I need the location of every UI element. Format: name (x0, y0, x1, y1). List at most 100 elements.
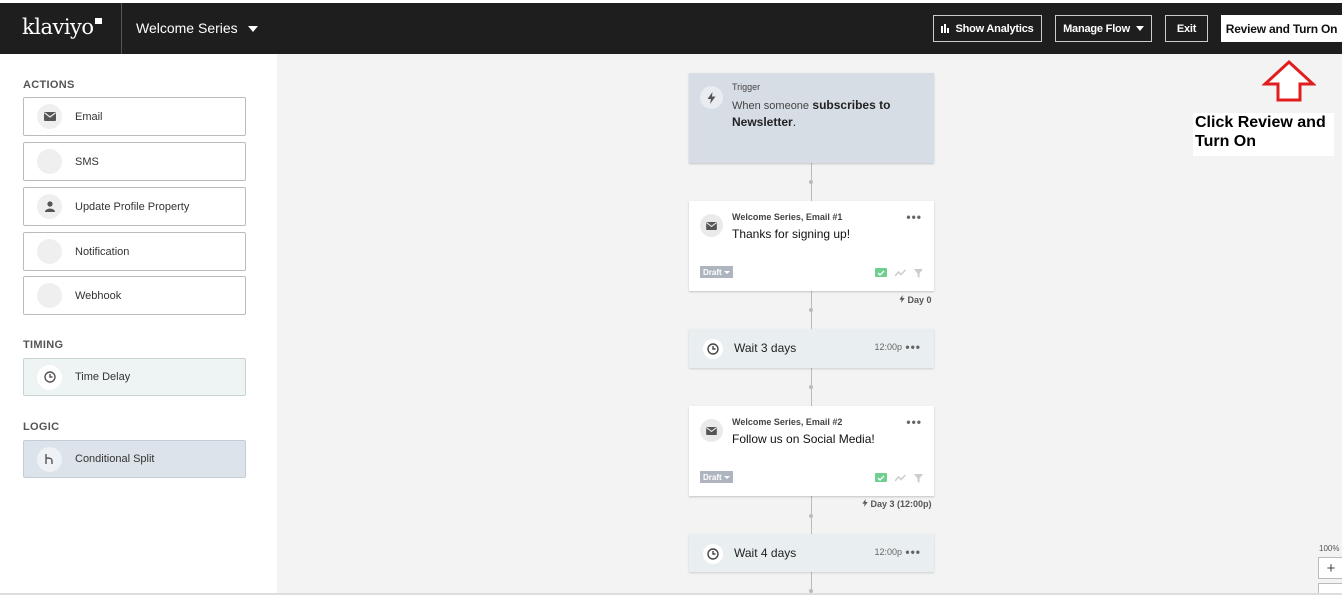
review-and-turn-on-button[interactable]: Review and Turn On (1221, 15, 1342, 42)
lightning-icon (899, 295, 905, 303)
tracking-icon (895, 269, 906, 277)
action-label: Email (75, 110, 103, 123)
envelope-icon (700, 419, 723, 442)
status-dropdown[interactable]: Draft (700, 266, 733, 278)
timing-section-title: TIMING (23, 339, 64, 351)
trigger-card[interactable]: Trigger When someone subscribes to Newsl… (689, 73, 934, 163)
wait-time: 12:00p (874, 342, 902, 352)
chevron-down-icon (723, 475, 730, 479)
email-stat-icons (875, 268, 923, 278)
split-icon (37, 446, 62, 472)
show-analytics-label: Show Analytics (955, 22, 1034, 35)
flow-name-label: Welcome Series (136, 20, 238, 36)
status-label: Draft (703, 267, 722, 277)
show-analytics-button[interactable]: Show Analytics (933, 15, 1042, 42)
tracking-icon (895, 474, 906, 482)
action-webhook[interactable]: Webhook (23, 276, 246, 315)
action-label: Notification (75, 245, 130, 258)
chevron-down-icon (723, 270, 730, 274)
plus-icon: + (1326, 559, 1336, 577)
connector-dot (809, 308, 813, 312)
timing-label: Time Delay (75, 371, 131, 383)
trigger-description: When someone subscribes to Newsletter. (732, 97, 922, 130)
more-options-icon[interactable]: ••• (905, 545, 921, 559)
wait-card-1[interactable]: Wait 3 days 12:00p ••• (689, 329, 934, 368)
manage-flow-label: Manage Flow (1063, 22, 1130, 35)
annotation-line-1: Click Review and (1195, 114, 1326, 131)
person-icon (37, 194, 62, 219)
status-label: Draft (703, 472, 722, 482)
more-options-icon[interactable]: ••• (906, 415, 922, 429)
more-options-icon[interactable]: ••• (906, 210, 922, 224)
email-card-1[interactable]: Welcome Series, Email #1 Thanks for sign… (689, 201, 934, 291)
trigger-text-bold: subscribes to (812, 98, 891, 112)
filter-icon (914, 473, 923, 483)
actions-section-title: ACTIONS (23, 79, 75, 91)
action-label: Webhook (75, 289, 122, 302)
email-stat-icons (875, 473, 923, 483)
wait-time: 12:00p (874, 547, 902, 557)
action-sms[interactable]: SMS (23, 142, 246, 181)
email-subject: Thanks for signing up! (732, 227, 851, 241)
day-label: Day 3 (12:00p) (862, 499, 932, 509)
exit-label: Exit (1176, 22, 1197, 35)
more-options-icon[interactable]: ••• (905, 340, 921, 354)
flow-name-dropdown[interactable]: Welcome Series (136, 20, 258, 36)
day-text: Day 3 (12:00p) (870, 499, 932, 509)
logic-section-title: LOGIC (23, 421, 60, 433)
trigger-list-name: Newsletter (732, 115, 793, 129)
logic-label: Conditional Split (75, 453, 155, 465)
annotation-line-2: Turn On (1195, 133, 1257, 150)
sidebar: ACTIONS Email SMS Update Profile Propert… (0, 54, 277, 595)
trigger-label: Trigger (732, 82, 761, 92)
notification-icon (37, 239, 62, 264)
clock-icon (37, 364, 62, 390)
bar-chart-icon (941, 24, 950, 33)
wait-text: Wait 4 days (734, 546, 797, 560)
chevron-down-icon (247, 26, 258, 33)
zoom-level: 100% (1319, 544, 1340, 553)
manage-flow-button[interactable]: Manage Flow (1055, 15, 1152, 42)
zoom-in-button[interactable]: + (1318, 557, 1342, 579)
logo-flag-icon (94, 18, 102, 24)
lightning-icon (862, 499, 868, 507)
email-title: Welcome Series, Email #1 (732, 212, 843, 222)
day-label: Day 0 (899, 295, 932, 305)
envelope-icon (700, 214, 723, 237)
action-label: SMS (75, 155, 99, 168)
top-bar: klaviyo Welcome Series Show Analytics Ma… (0, 0, 1342, 54)
exit-button[interactable]: Exit (1165, 15, 1208, 42)
wait-text: Wait 3 days (734, 341, 797, 355)
timing-time-delay[interactable]: Time Delay (23, 358, 246, 396)
trigger-text-suffix: . (792, 115, 797, 129)
logic-conditional-split[interactable]: Conditional Split (23, 440, 246, 478)
review-label: Review and Turn On (1225, 21, 1338, 36)
annotation-text: Click Review and Turn On (1193, 113, 1334, 156)
lightning-icon (700, 86, 723, 109)
up-arrow-annotation-icon (1262, 60, 1316, 102)
status-dropdown[interactable]: Draft (700, 471, 733, 483)
email-card-2[interactable]: Welcome Series, Email #2 Follow us on So… (689, 406, 934, 496)
webhook-icon (37, 283, 62, 308)
envelope-icon (37, 104, 62, 129)
header-divider (121, 3, 122, 54)
clock-icon (703, 544, 723, 564)
klaviyo-logo[interactable]: klaviyo (22, 15, 102, 39)
connector-dot (809, 180, 813, 184)
chevron-down-icon (1135, 26, 1144, 31)
sms-icon (37, 149, 62, 174)
email-subject: Follow us on Social Media! (732, 432, 875, 446)
day-text: Day 0 (907, 295, 932, 305)
action-notification[interactable]: Notification (23, 232, 246, 271)
filter-icon (914, 268, 923, 278)
connector-dot (809, 385, 813, 389)
trigger-text-prefix: When someone (732, 100, 810, 112)
wait-card-2[interactable]: Wait 4 days 12:00p ••• (689, 534, 934, 572)
email-title: Welcome Series, Email #2 (732, 417, 843, 427)
action-email[interactable]: Email (23, 97, 246, 136)
smart-sending-icon (875, 268, 887, 277)
connector-dot (809, 514, 813, 518)
clock-icon (703, 339, 723, 359)
smart-sending-icon (875, 473, 887, 482)
action-update-profile-property[interactable]: Update Profile Property (23, 187, 246, 226)
